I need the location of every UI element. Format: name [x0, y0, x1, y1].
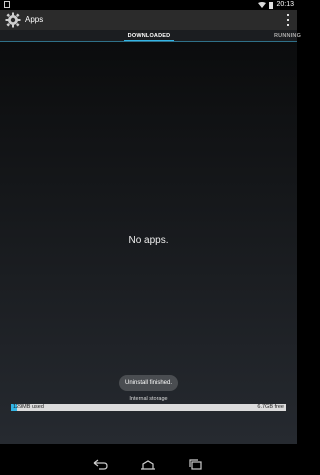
overflow-menu-icon[interactable]	[286, 14, 290, 26]
back-icon[interactable]	[90, 459, 110, 471]
action-bar: Apps	[0, 10, 297, 30]
empty-message: No apps.	[128, 235, 169, 246]
status-icons: 20:13	[258, 0, 294, 10]
status-bar: 20:13	[0, 0, 297, 10]
tab-running-label: RUNNING	[274, 33, 302, 39]
home-icon[interactable]	[138, 459, 158, 471]
navigation-bar	[0, 455, 297, 475]
storage-bar: 129MB used 6.7GB free	[11, 404, 286, 411]
wifi-icon	[258, 2, 267, 8]
recents-icon[interactable]	[186, 459, 206, 471]
tab-bar: DOWNLOADED RUNNING	[0, 30, 301, 42]
page-title: Apps	[25, 15, 44, 24]
overflow-dot	[287, 14, 289, 16]
overflow-dot	[287, 24, 289, 26]
storage-used-text: 129MB used	[13, 404, 44, 410]
notification-icon	[4, 1, 10, 8]
storage-free-text: 6.7GB free	[257, 404, 284, 410]
storage-label: Internal storage	[129, 396, 168, 402]
settings-icon[interactable]	[5, 12, 21, 28]
tab-downloaded-label: DOWNLOADED	[127, 33, 171, 39]
overflow-dot	[287, 19, 289, 21]
battery-icon	[269, 1, 274, 9]
clock: 20:13	[276, 1, 294, 8]
toast: Uninstall finished.	[119, 375, 178, 391]
